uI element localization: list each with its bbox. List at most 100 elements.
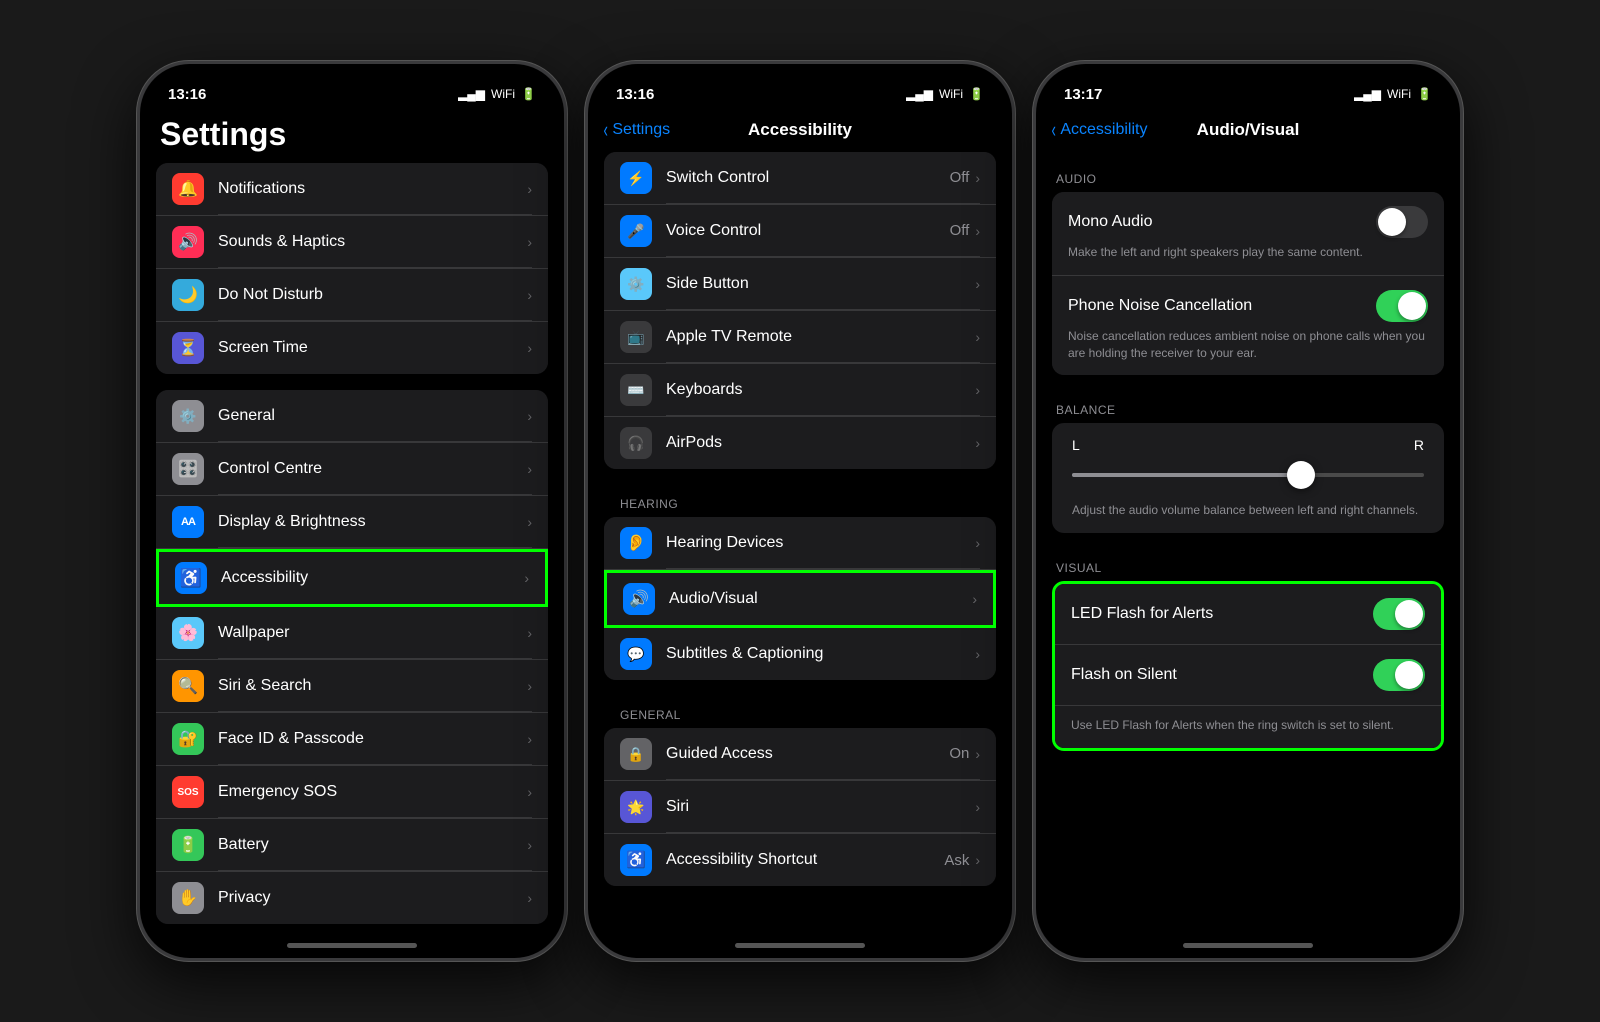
separator-1 [140, 382, 564, 390]
switch-control-item[interactable]: ⚡ Switch Control Off › [604, 152, 996, 205]
group-a-wrapper: ⚡ Switch Control Off › 🎤 [588, 152, 1012, 469]
guided-access-item[interactable]: 🔒 Guided Access On › [604, 728, 996, 781]
group-1-wrapper: 🔔 Notifications › 🔊 Sounds & Haptics [140, 163, 564, 374]
faceid-item[interactable]: 🔐 Face ID & Passcode › [156, 713, 548, 766]
accessibility-content: Accessibility › [221, 552, 529, 604]
control-centre-icon: 🎛️ [172, 453, 204, 485]
sos-chevron: › [527, 784, 532, 800]
flash-silent-item[interactable]: Flash on Silent [1055, 645, 1441, 706]
noise-cancel-desc-row: Noise cancellation reduces ambient noise… [1068, 322, 1428, 362]
sounds-chevron: › [527, 234, 532, 250]
voice-control-icon: 🎤 [620, 215, 652, 247]
visual-section: VISUAL LED Flash for Alerts Flash on Sil… [1036, 541, 1460, 751]
accessibility-label: Accessibility [221, 569, 308, 587]
audio-group-wrapper: Mono Audio Make the left and right speak… [1036, 192, 1460, 375]
noise-cancel-toggle[interactable] [1376, 290, 1428, 322]
general-header-2: GENERAL [588, 688, 1012, 728]
settings-group-1: 🔔 Notifications › 🔊 Sounds & Haptics [156, 163, 548, 374]
balance-slider[interactable] [1072, 461, 1424, 489]
mono-audio-knob [1378, 208, 1406, 236]
airpods-item[interactable]: 🎧 AirPods › [604, 417, 996, 469]
visual-desc-container: Use LED Flash for Alerts when the ring s… [1055, 706, 1441, 748]
balance-header: BALANCE [1036, 383, 1460, 423]
voice-control-item[interactable]: 🎤 Voice Control Off › [604, 205, 996, 258]
back-button-3[interactable]: ‹ Accessibility [1050, 119, 1147, 141]
wallpaper-icon: 🌸 [172, 617, 204, 649]
dnd-chevron: › [527, 287, 532, 303]
notch-3 [1173, 64, 1323, 96]
wallpaper-item[interactable]: 🌸 Wallpaper › [156, 607, 548, 660]
privacy-item[interactable]: ✋ Privacy › [156, 872, 548, 924]
audio-visual-item-nav[interactable]: 🔊 Audio/Visual › [604, 570, 996, 628]
sos-item[interactable]: SOS Emergency SOS › [156, 766, 548, 819]
siri-label: Siri & Search [218, 677, 311, 695]
accessibility-shortcut-chevron: › [975, 852, 980, 868]
group-b-wrapper: 👂 Hearing Devices › 🔊 [588, 517, 1012, 680]
led-flash-toggle[interactable] [1373, 598, 1425, 630]
slider-thumb[interactable] [1287, 461, 1315, 489]
subtitles-label: Subtitles & Captioning [666, 645, 823, 663]
battery-item[interactable]: 🔋 Battery › [156, 819, 548, 872]
siri-access-chevron: › [975, 799, 980, 815]
settings-group-a: ⚡ Switch Control Off › 🎤 [604, 152, 996, 469]
balance-left-label: L [1072, 437, 1080, 453]
apple-tv-label: Apple TV Remote [666, 328, 792, 346]
apple-tv-item[interactable]: 📺 Apple TV Remote › [604, 311, 996, 364]
mono-audio-toggle[interactable] [1376, 206, 1428, 238]
side-button-content: Side Button › [666, 258, 980, 310]
notch-2 [725, 64, 875, 96]
signal-icon-2: ▂▄▆ [906, 87, 933, 101]
mono-audio-label: Mono Audio [1068, 213, 1153, 231]
battery-content: Battery › [218, 819, 532, 871]
siri-item[interactable]: 🔍 Siri & Search › [156, 660, 548, 713]
battery-label: Battery [218, 836, 269, 854]
control-centre-item[interactable]: 🎛️ Control Centre › [156, 443, 548, 496]
settings-list-1: 🔔 Notifications › 🔊 Sounds & Haptics [140, 163, 564, 949]
content-1: Settings 🔔 Notifications › [140, 112, 564, 958]
wallpaper-label: Wallpaper [218, 624, 289, 642]
content-3: ‹ Accessibility Audio/Visual AUDIO Mono … [1036, 112, 1460, 958]
voice-control-value: Off [950, 222, 970, 239]
back-label-3: Accessibility [1060, 121, 1147, 139]
notifications-icon: 🔔 [172, 173, 204, 205]
privacy-label: Privacy [218, 889, 270, 907]
keyboards-item[interactable]: ⌨️ Keyboards › [604, 364, 996, 417]
display-item[interactable]: AA Display & Brightness › [156, 496, 548, 549]
voice-control-right: Off › [950, 222, 980, 239]
battery-icon: 🔋 [521, 87, 536, 101]
screen-time-item[interactable]: ⏳ Screen Time › [156, 322, 548, 374]
side-button-icon: ⚙️ [620, 268, 652, 300]
siri-icon: 🔍 [172, 670, 204, 702]
mono-audio-item[interactable]: Mono Audio Make the left and right speak… [1052, 192, 1444, 276]
hearing-devices-item[interactable]: 👂 Hearing Devices › [604, 517, 996, 570]
general-icon: ⚙️ [172, 400, 204, 432]
apple-tv-content: Apple TV Remote › [666, 311, 980, 363]
sos-icon: SOS [172, 776, 204, 808]
notifications-item[interactable]: 🔔 Notifications › [156, 163, 548, 216]
faceid-chevron: › [527, 731, 532, 747]
visual-desc: Use LED Flash for Alerts when the ring s… [1071, 718, 1394, 732]
sounds-item[interactable]: 🔊 Sounds & Haptics › [156, 216, 548, 269]
side-button-item[interactable]: ⚙️ Side Button › [604, 258, 996, 311]
noise-cancel-item[interactable]: Phone Noise Cancellation Noise cancellat… [1052, 276, 1444, 376]
accessibility-shortcut-right: Ask › [944, 852, 980, 869]
led-flash-item[interactable]: LED Flash for Alerts [1055, 584, 1441, 645]
accessibility-shortcut-item[interactable]: ♿ Accessibility Shortcut Ask › [604, 834, 996, 886]
phone-1: 13:16 ▂▄▆ WiFi 🔋 Settings 🔔 [137, 61, 567, 961]
slider-fill [1072, 473, 1301, 477]
back-arrow-3: ‹ [1051, 119, 1055, 141]
siri-access-content: Siri › [666, 781, 980, 833]
guided-access-content: Guided Access On › [666, 728, 980, 780]
side-button-right: › [975, 276, 980, 292]
flash-silent-toggle[interactable] [1373, 659, 1425, 691]
battery-icon-2: 🔋 [969, 87, 984, 101]
dnd-item[interactable]: 🌙 Do Not Disturb › [156, 269, 548, 322]
subtitles-item[interactable]: 💬 Subtitles & Captioning › [604, 628, 996, 680]
wifi-icon: WiFi [491, 87, 515, 101]
accessibility-item[interactable]: ♿ Accessibility › [156, 549, 548, 607]
siri-access-item[interactable]: 🌟 Siri › [604, 781, 996, 834]
wifi-icon-3: WiFi [1387, 87, 1411, 101]
keyboards-right: › [975, 382, 980, 398]
back-button-2[interactable]: ‹ Settings [602, 119, 670, 141]
general-item[interactable]: ⚙️ General › [156, 390, 548, 443]
